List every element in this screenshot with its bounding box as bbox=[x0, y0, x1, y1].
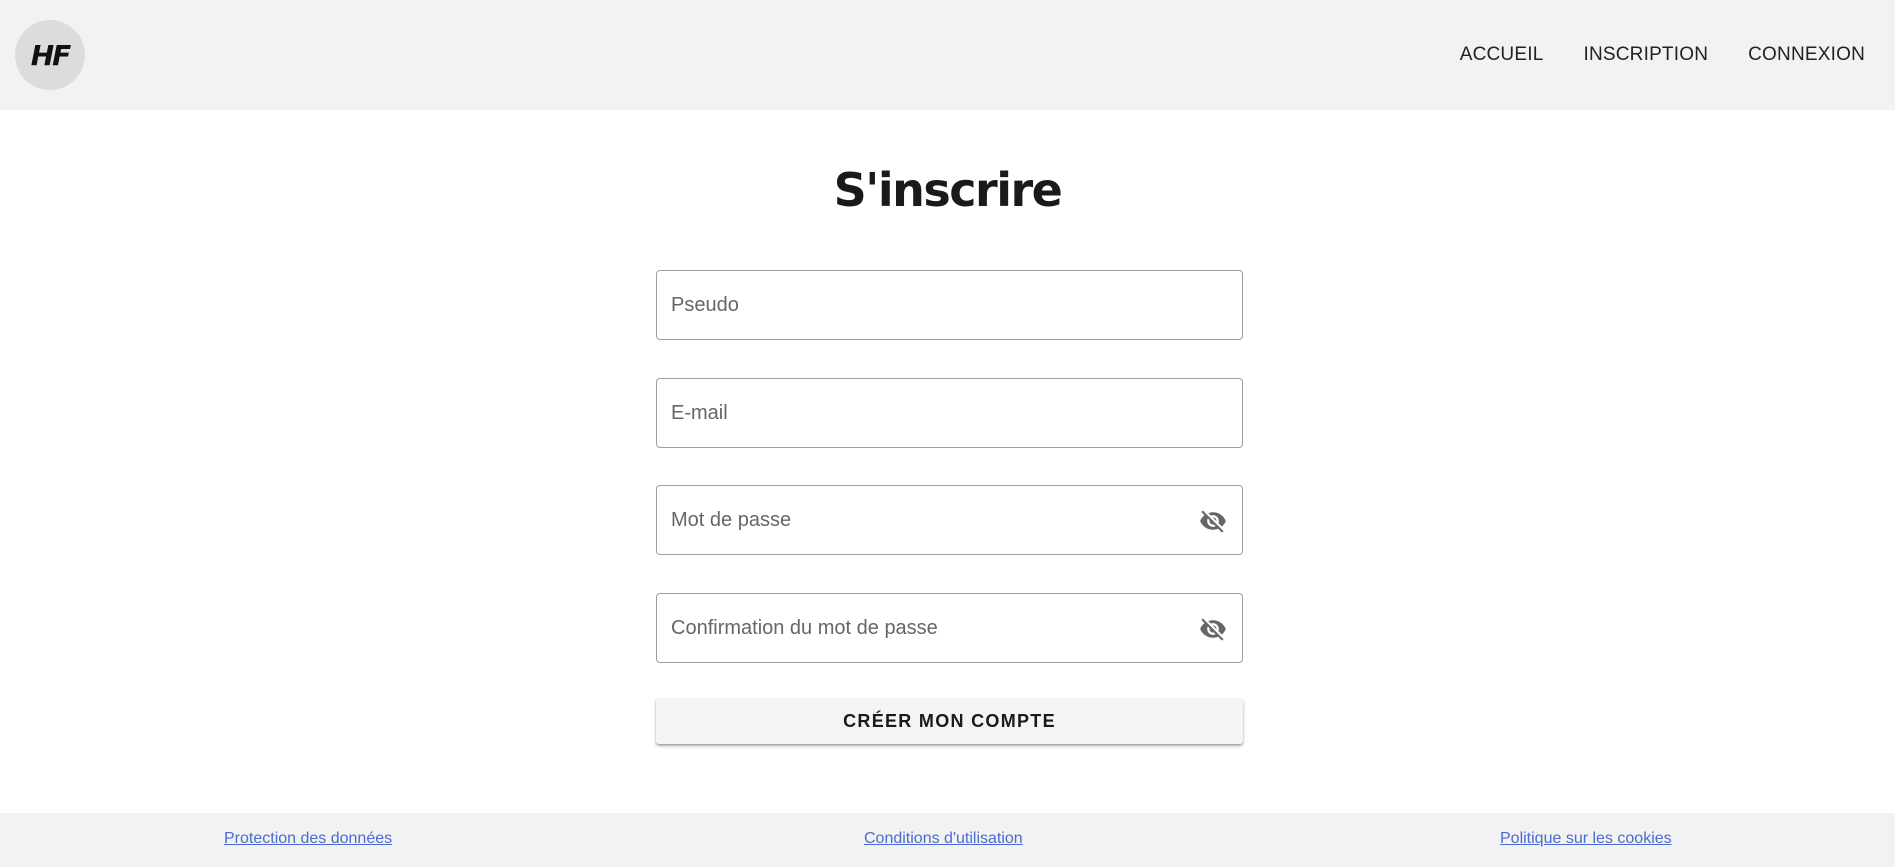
eye-off-icon[interactable] bbox=[1198, 615, 1228, 643]
footer-link-data-protection[interactable]: Protection des données bbox=[224, 830, 392, 848]
eye-off-icon[interactable] bbox=[1198, 507, 1228, 535]
page-title: S'inscrire bbox=[833, 163, 1063, 217]
password-confirm-field-container bbox=[656, 593, 1243, 663]
footer-link-cookies[interactable]: Politique sur les cookies bbox=[1500, 830, 1672, 848]
pseudo-input[interactable] bbox=[657, 271, 1242, 339]
main-nav: ACCUEIL INSCRIPTION CONNEXION bbox=[1460, 0, 1865, 110]
password-field-container bbox=[656, 485, 1243, 555]
footer-link-terms[interactable]: Conditions d'utilisation bbox=[864, 830, 1023, 848]
site-header: HF ACCUEIL INSCRIPTION CONNEXION bbox=[0, 0, 1895, 110]
password-confirm-input[interactable] bbox=[657, 594, 1242, 662]
email-field-container bbox=[656, 378, 1243, 448]
pseudo-field-container bbox=[656, 270, 1243, 340]
email-input[interactable] bbox=[657, 379, 1242, 447]
nav-link-connexion[interactable]: CONNEXION bbox=[1748, 44, 1865, 66]
password-input[interactable] bbox=[657, 486, 1242, 554]
logo-text: HF bbox=[30, 38, 72, 72]
create-account-button[interactable]: CRÉER MON COMPTE bbox=[656, 698, 1243, 744]
site-footer: Protection des données Conditions d'util… bbox=[0, 813, 1895, 867]
site-logo[interactable]: HF bbox=[15, 20, 85, 90]
nav-link-accueil[interactable]: ACCUEIL bbox=[1460, 44, 1544, 66]
nav-link-inscription[interactable]: INSCRIPTION bbox=[1583, 44, 1708, 66]
